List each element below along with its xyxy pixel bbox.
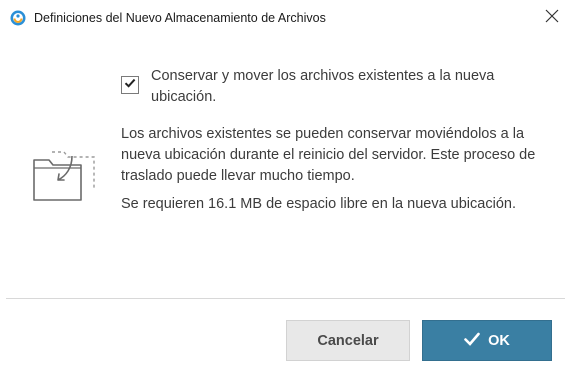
close-icon bbox=[545, 9, 559, 28]
keep-files-checkbox[interactable] bbox=[121, 76, 139, 94]
ok-button-label: OK bbox=[488, 332, 510, 349]
file-storage-dialog: Definiciones del Nuevo Almacenamiento de… bbox=[0, 0, 571, 375]
info-paragraph-space: Se requieren 16.1 MB de espacio libre en… bbox=[121, 196, 516, 212]
app-logo-icon bbox=[10, 10, 26, 26]
info-paragraph-move: Los archivos existentes se pueden conser… bbox=[121, 126, 536, 184]
info-text: Los archivos existentes se pueden conser… bbox=[121, 124, 563, 215]
close-button[interactable] bbox=[537, 4, 567, 32]
keep-files-label[interactable]: Conservar y mover los archivos existente… bbox=[151, 66, 551, 108]
dialog-title: Definiciones del Nuevo Almacenamiento de… bbox=[34, 11, 326, 25]
checkmark-icon bbox=[124, 76, 136, 94]
folder-move-icon bbox=[32, 146, 96, 206]
title-bar: Definiciones del Nuevo Almacenamiento de… bbox=[0, 0, 571, 36]
checkmark-icon bbox=[464, 332, 480, 350]
ok-button[interactable]: OK bbox=[422, 320, 552, 361]
cancel-button[interactable]: Cancelar bbox=[286, 320, 410, 361]
footer-divider bbox=[6, 298, 565, 299]
cancel-button-label: Cancelar bbox=[317, 332, 379, 349]
